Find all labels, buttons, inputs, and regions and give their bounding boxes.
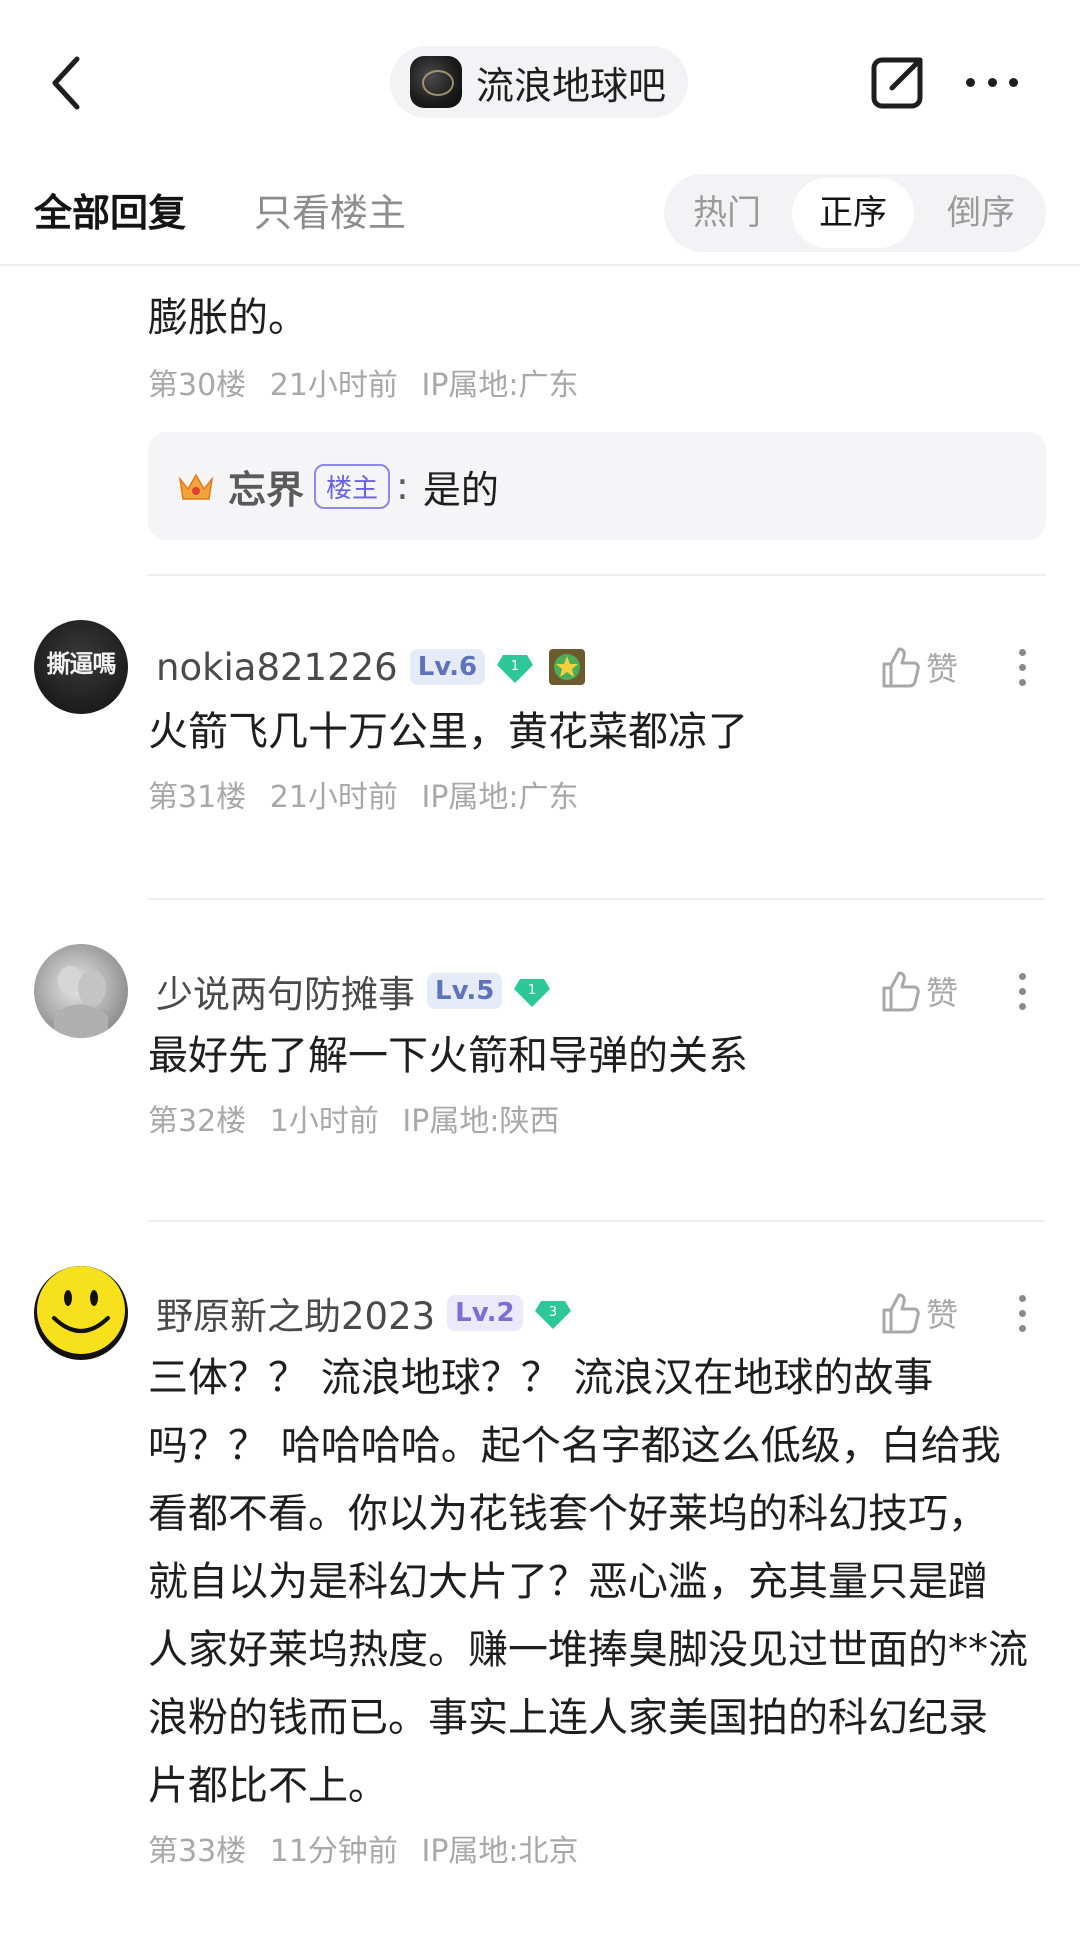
smiley-image — [37, 1266, 125, 1354]
comment-text: 火箭飞几十万公里，黄花菜都凉了 — [148, 709, 748, 755]
comment-more-button[interactable] — [1012, 642, 1032, 692]
reply-colon: : — [396, 464, 409, 508]
star-badge-icon — [549, 649, 586, 685]
comment-text-line: 看都不看。你以为花钱套个好莱坞的科幻技巧， — [148, 1491, 988, 1537]
divider — [148, 898, 1046, 900]
sort-asc-button[interactable]: 正序 — [792, 178, 914, 248]
comment-text-line: 人家好莱坞热度。赚一堆捧臭脚没见过世面的**流 — [148, 1627, 1028, 1673]
gem-count: 3 — [548, 1305, 556, 1320]
floor-number: 第31楼 — [148, 780, 247, 815]
dot-icon — [1009, 77, 1018, 87]
thumbs-up-icon — [882, 971, 920, 1012]
more-options-button[interactable] — [962, 62, 1022, 102]
chevron-left-icon — [52, 56, 80, 110]
divider — [148, 574, 1046, 576]
comment-text: 三体？？ 流浪地球？？ 流浪汉在地球的故事 吗？？ 哈哈哈哈。起个名字都这么低级… — [148, 1344, 1048, 1820]
tabs-row: 全部回复 只看楼主 热门 正序 倒序 — [0, 166, 1080, 266]
comment-text-line: 吗？？ 哈哈哈哈。起个名字都这么低级，白给我 — [148, 1423, 1001, 1469]
ip-location: IP属地:北京 — [421, 1834, 579, 1869]
dot-icon — [1018, 648, 1026, 656]
forum-name: 流浪地球吧 — [476, 63, 667, 108]
sort-desc-button[interactable]: 倒序 — [918, 174, 1044, 252]
tab-all-replies[interactable]: 全部回复 — [34, 182, 186, 237]
ip-location: IP属地:广东 — [421, 780, 579, 815]
gem-count: 1 — [511, 659, 519, 674]
dot-icon — [1018, 987, 1026, 995]
thumbs-up-icon — [882, 647, 920, 688]
comment-more-button[interactable] — [1012, 1288, 1032, 1338]
comment-meta: 第31楼 21小时前 IP属地:广东 — [148, 772, 593, 816]
reply-author[interactable]: 忘界 — [228, 459, 304, 514]
post-time: 11分钟前 — [269, 1834, 398, 1869]
gem-icon: 3 — [534, 1301, 571, 1329]
level-badge: Lv.6 — [409, 649, 486, 685]
tab-owner-only[interactable]: 只看楼主 — [254, 182, 406, 237]
dot-icon — [966, 77, 975, 87]
sort-hot-button[interactable]: 热门 — [664, 174, 790, 252]
dot-icon — [1018, 1309, 1026, 1317]
level-badge: Lv.5 — [427, 973, 503, 1009]
gem-icon: 1 — [497, 655, 534, 683]
dot-icon — [1018, 1294, 1026, 1302]
avatar[interactable]: 撕逼嗎 — [34, 620, 128, 714]
divider — [148, 1220, 1046, 1222]
sub-reply[interactable]: 忘界 楼主 : 是的 — [148, 432, 1046, 540]
share-icon — [871, 57, 923, 109]
user-row: nokia821226 Lv.6 1 — [156, 642, 587, 692]
avatar[interactable] — [34, 944, 128, 1038]
share-button[interactable] — [868, 52, 928, 112]
user-row: 野原新之助2023 Lv.2 3 — [156, 1288, 573, 1338]
comment-meta: 第32楼 1小时前 IP属地:陕西 — [148, 1096, 573, 1140]
avatar[interactable] — [34, 1266, 128, 1360]
comment-text-line: 浪粉的钱而已。事实上连人家美国拍的科幻纪录 — [148, 1695, 988, 1741]
post-time: 1小时前 — [269, 1104, 379, 1139]
forum-pill[interactable]: 流浪地球吧 — [390, 46, 689, 118]
user-row: 少说两句防摊事 Lv.5 1 — [156, 966, 552, 1016]
like-button[interactable]: 赞 — [880, 1288, 958, 1338]
comment-text-line: 三体？？ 流浪地球？？ 流浪汉在地球的故事 — [148, 1355, 934, 1401]
gem-icon: 1 — [514, 979, 551, 1007]
top-bar: 流浪地球吧 — [0, 0, 1080, 160]
ip-location: IP属地:陕西 — [402, 1104, 560, 1139]
crown-icon — [178, 473, 214, 500]
dot-icon — [1018, 972, 1026, 980]
username[interactable]: 少说两句防摊事 — [156, 964, 415, 1018]
floor-number: 第32楼 — [148, 1104, 247, 1139]
like-label: 赞 — [926, 1296, 959, 1334]
post-meta: 第30楼 21小时前 IP属地:广东 — [148, 360, 593, 404]
comment-more-button[interactable] — [1012, 966, 1032, 1016]
comment-text-line: 就自以为是科幻大片了？恶心滥，充其量只是蹭 — [148, 1559, 988, 1605]
like-button[interactable]: 赞 — [880, 642, 958, 692]
comment-text: 最好先了解一下火箭和导弹的关系 — [148, 1033, 748, 1079]
dot-icon — [1018, 1324, 1026, 1332]
comment-meta: 第33楼 11分钟前 IP属地:北京 — [148, 1826, 593, 1870]
post-text: 膨胀的。 — [148, 295, 308, 341]
like-label: 赞 — [926, 650, 959, 688]
sort-toggle: 热门 正序 倒序 — [664, 174, 1046, 252]
statue-image — [54, 966, 108, 1038]
post-time: 21小时前 — [269, 780, 398, 815]
level-badge: Lv.2 — [447, 1295, 523, 1331]
post-time: 21小时前 — [269, 368, 398, 403]
like-button[interactable]: 赞 — [880, 966, 958, 1016]
floor-number: 第30楼 — [148, 368, 247, 403]
dot-icon — [1018, 1002, 1026, 1010]
back-button[interactable] — [36, 48, 96, 118]
username[interactable]: 野原新之助2023 — [156, 1286, 435, 1340]
comment-text-line: 片都比不上。 — [148, 1763, 388, 1809]
owner-badge: 楼主 — [314, 463, 391, 509]
username[interactable]: nokia821226 — [156, 646, 398, 689]
dot-icon — [1018, 663, 1026, 671]
dot-icon — [987, 77, 997, 87]
avatar-text: 撕逼嗎 — [46, 650, 117, 678]
floor-number: 第33楼 — [148, 1834, 247, 1869]
thumbs-up-icon — [882, 1293, 920, 1334]
ip-location: IP属地:广东 — [421, 368, 579, 403]
dot-icon — [1018, 678, 1026, 686]
gem-count: 1 — [528, 983, 536, 998]
forum-avatar — [410, 56, 462, 108]
like-label: 赞 — [926, 974, 959, 1012]
reply-text: 是的 — [422, 467, 499, 512]
